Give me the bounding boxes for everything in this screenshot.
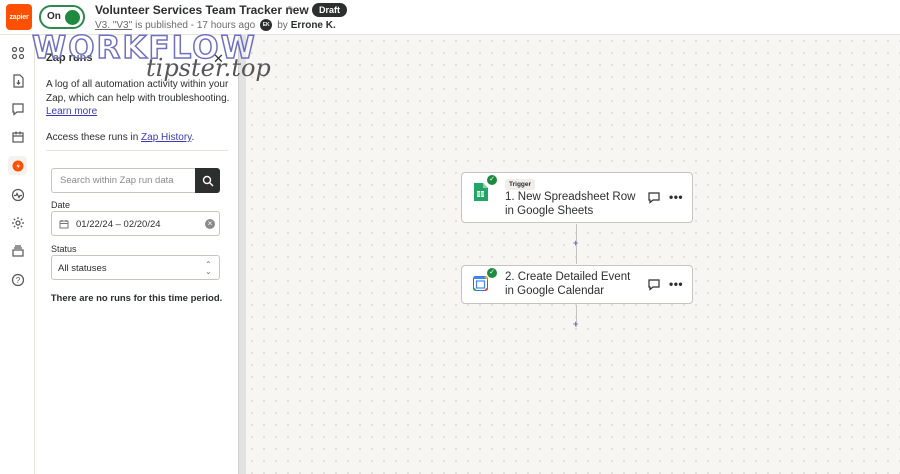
calendar-icon[interactable] [8,127,27,146]
date-range-value: 01/22/24 – 02/20/24 [76,219,161,230]
google-calendar-icon [473,276,488,291]
zap-history-link[interactable]: Zap History [141,132,191,143]
step-1-line1: 1. New Spreadsheet Row [505,191,636,203]
zap-runs-panel: Zap runs ✕ A log of all automation activ… [35,35,238,474]
step-1-line2: in Google Sheets [505,205,594,217]
avatar: EK [260,19,273,31]
step-2-line2: in Google Calendar [505,285,605,297]
panel-scrollbar[interactable] [238,35,246,474]
app-root: zapier On Volunteer Services Team Tracke… [0,0,900,474]
help-icon[interactable]: ? [8,270,27,289]
file-download-icon[interactable] [8,71,27,90]
zapier-logo[interactable]: zapier [6,4,32,30]
step-1-title: 1. New Spreadsheet Row in Google Sheets [505,190,635,218]
date-range-field[interactable]: 01/22/24 – 02/20/24 × [51,211,220,236]
status-select[interactable]: All statuses ⌃ ⌄ [51,255,220,280]
calendar-icon [59,220,69,229]
draft-badge: Draft [312,3,348,17]
panel-divider [46,150,228,151]
search-button[interactable] [195,168,220,193]
add-step-plus-icon[interactable]: + [573,238,578,248]
access-prefix: Access these runs in [46,132,139,143]
search-icon [202,175,213,186]
empty-runs-message: There are no runs for this time period. [50,293,223,304]
activity-icon[interactable] [8,185,27,204]
clear-date-icon[interactable]: × [205,219,215,229]
step-2-title: 2. Create Detailed Event in Google Calen… [505,270,630,298]
edit-pencil-icon[interactable]: ✎ [287,5,295,16]
left-sidebar: ? [0,35,35,474]
trigger-badge: Trigger [505,179,536,190]
access-runs-line: Access these runs in Zap History. [46,132,194,143]
author-name: Errone K. [290,19,336,31]
comment-icon[interactable] [648,192,660,204]
comment-icon[interactable] [648,279,660,291]
zap-on-toggle[interactable]: On [39,5,85,29]
status-value: All statuses [58,263,107,274]
toggle-knob [65,10,80,25]
svg-text:?: ? [15,276,20,285]
panel-description: A log of all automation activity within … [46,78,231,119]
settings-icon[interactable] [8,213,27,232]
by-text: by [277,19,288,31]
action-step-card[interactable]: ✓ 2. Create Detailed Event in Google Cal… [461,265,693,304]
google-sheets-icon [474,183,488,201]
version-link[interactable]: V3. "V3" [95,20,132,31]
step-complete-check-icon: ✓ [487,175,497,185]
add-step-plus-icon[interactable]: + [573,319,578,329]
learn-more-link[interactable]: Learn more [46,106,97,117]
apps-grid-icon[interactable] [8,43,27,62]
published-text: is published - 17 hours ago [135,19,256,31]
watermark-tipster: tipster.top [146,54,271,82]
step-complete-check-icon: ✓ [487,268,497,278]
chevron-updown-icon: ⌃ ⌄ [205,260,212,276]
chat-icon[interactable] [8,99,27,118]
zap-editor-canvas[interactable]: ✓ Trigger 1. New Spreadsheet Row in Goog… [246,35,900,474]
trigger-step-card[interactable]: ✓ Trigger 1. New Spreadsheet Row in Goog… [461,172,693,223]
versions-icon[interactable] [8,241,27,260]
access-suffix: . [191,132,195,143]
zap-runs-icon[interactable] [8,156,27,175]
date-label: Date [51,200,71,210]
search-input[interactable] [51,168,195,193]
more-options-icon[interactable]: ••• [669,277,683,291]
zap-title[interactable]: Volunteer Services Team Tracker new [95,3,309,17]
status-label: Status [51,244,77,254]
description-text: A log of all automation activity within … [46,79,230,104]
step-2-line1: 2. Create Detailed Event [505,271,631,283]
more-options-icon[interactable]: ••• [669,190,683,204]
toggle-label: On [47,11,61,22]
